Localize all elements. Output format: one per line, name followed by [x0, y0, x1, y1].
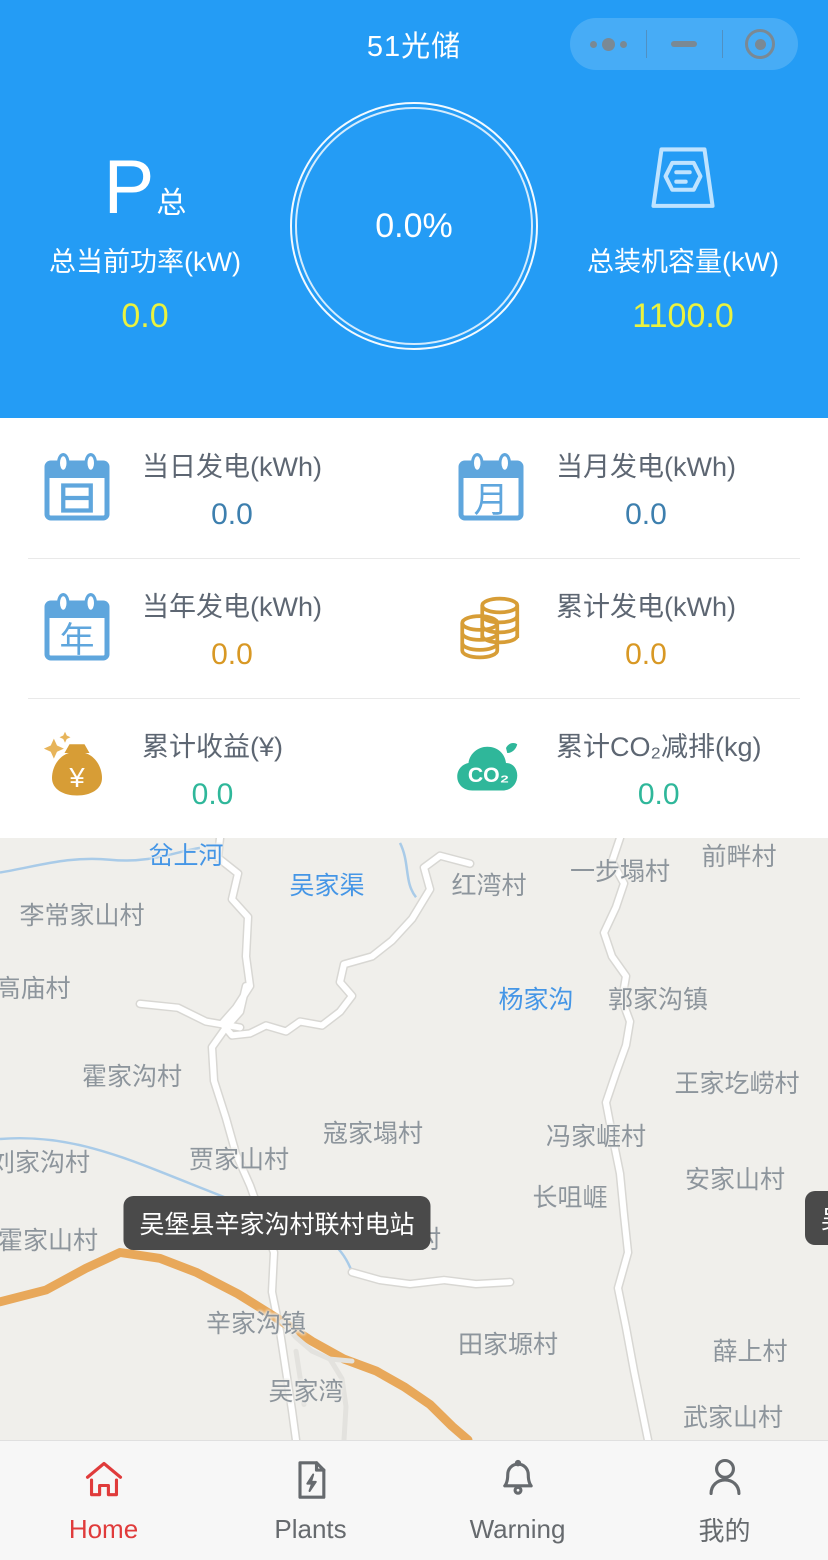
- map-label: 王家圪崂村: [674, 1070, 800, 1098]
- plant-marker-tooltip[interactable]: 吴堡县辛家沟村联村电站: [123, 1196, 431, 1250]
- map-label: 贾家山村: [188, 1146, 290, 1174]
- hero-stat-current-power: P 总 总当前功率(kW) 0.0: [0, 96, 290, 336]
- tab-label: Warning: [469, 1514, 566, 1544]
- stats-row: 年 当年发电(kWh) 0.0 累计发电(kWh) 0.0: [0, 558, 828, 698]
- ring-percent-text: 0.0%: [375, 206, 453, 245]
- map-label: 前畔村: [701, 843, 777, 871]
- map-label: 刘家沟村: [0, 1149, 91, 1177]
- calendar-day-icon: [34, 445, 120, 531]
- map-label: 李常家山村: [19, 902, 145, 930]
- stats-grid: 当日发电(kWh) 0.0 月 当月发电(kWh) 0.0 年 当年发电(kWh…: [0, 418, 828, 838]
- tab-label: Plants: [274, 1514, 347, 1544]
- map-label: 霍家山村: [0, 1227, 99, 1255]
- map-label: 寇家塌村: [322, 1120, 424, 1148]
- map-label: 长咀崕: [532, 1184, 608, 1212]
- map-label: 郭家沟镇: [607, 986, 709, 1014]
- stat-value: 0.0: [637, 777, 680, 811]
- installed-capacity-value: 1100.0: [632, 297, 734, 335]
- map-label: 红湾村: [451, 872, 527, 900]
- coin-stack-icon: [448, 585, 534, 671]
- svg-text:¥: ¥: [68, 762, 85, 793]
- more-dots-glyph: [589, 37, 627, 51]
- calendar-month-icon: 月: [448, 445, 534, 531]
- tab-home[interactable]: Home: [0, 1441, 207, 1560]
- more-dots-icon[interactable]: [570, 18, 646, 70]
- stat-label: 当日发电(kWh): [142, 451, 322, 482]
- map-label: 辛家沟镇: [205, 1310, 307, 1338]
- hero-body: P 总 总当前功率(kW) 0.0 0.0% 总装机容量(kW) 1100.0: [0, 88, 828, 418]
- stat-total-income[interactable]: ¥ 累计收益(¥) 0.0: [0, 698, 414, 838]
- map-label: 田家塬村: [457, 1331, 559, 1359]
- map-label: 杨家沟: [498, 986, 574, 1014]
- stat-label: 累计收益(¥): [142, 731, 283, 762]
- map-label: 霍家沟村: [81, 1063, 183, 1091]
- person-profile-icon: [703, 1453, 747, 1501]
- stat-daily-generation[interactable]: 当日发电(kWh) 0.0: [0, 418, 414, 558]
- close-target-icon[interactable]: [722, 18, 798, 70]
- minimize-icon[interactable]: [646, 18, 722, 70]
- page-title: 51光储: [366, 31, 462, 63]
- map-label: 冯家崕村: [545, 1123, 647, 1151]
- calendar-year-icon: 年: [34, 585, 120, 671]
- installed-capacity-icon: [538, 130, 828, 222]
- co2-cloud-icon: CO₂: [448, 725, 534, 811]
- home-icon: [81, 1456, 127, 1504]
- svg-text:CO₂: CO₂: [468, 763, 509, 787]
- stat-monthly-generation[interactable]: 月 当月发电(kWh) 0.0: [414, 418, 828, 558]
- stat-label: 当年发电(kWh): [142, 591, 322, 622]
- capacity-ratio-ring: 0.0%: [290, 102, 538, 350]
- map-label: 武家山村: [682, 1404, 784, 1432]
- current-power-value: 0.0: [121, 297, 169, 335]
- stat-co2-reduction[interactable]: CO₂ 累计CO₂减排(kg) 0.0: [414, 698, 828, 838]
- stat-value: 0.0: [211, 497, 253, 531]
- svg-text:年: 年: [59, 621, 94, 660]
- current-power-label: 总当前功率(kW): [49, 247, 241, 277]
- money-bag-icon: ¥: [34, 725, 120, 811]
- stat-value: 0.0: [625, 637, 667, 671]
- plant-location-map[interactable]: 岔上河 吴家渠 红湾村 一步塌村 前畔村 李常家山村 高庙村 杨家沟 郭家沟镇 …: [0, 838, 828, 1440]
- stat-total-generation[interactable]: 累计发电(kWh) 0.0: [414, 558, 828, 698]
- bottom-tabbar: Home Plants Warning 我的: [0, 1440, 828, 1560]
- map-label: 吴家湾: [268, 1378, 344, 1406]
- hero-panel: 51光储 P 总 总当前功率(kW) 0.0 0.0% 总装机容量(kW) 11…: [0, 0, 828, 418]
- stat-label: 累计发电(kWh): [556, 591, 736, 622]
- tab-profile[interactable]: 我的: [621, 1441, 828, 1560]
- tab-warning[interactable]: Warning: [414, 1441, 621, 1560]
- stat-label: 当月发电(kWh): [556, 451, 736, 482]
- p-total-icon: P 总: [0, 130, 290, 230]
- map-label: 一步塌村: [569, 858, 671, 886]
- plants-document-icon: [289, 1456, 333, 1504]
- map-label: 岔上河: [148, 842, 224, 870]
- tab-label: Home: [68, 1514, 139, 1544]
- map-label: 吴家渠: [289, 872, 365, 900]
- stats-row: 当日发电(kWh) 0.0 月 当月发电(kWh) 0.0: [0, 418, 828, 558]
- tab-plants[interactable]: Plants: [207, 1441, 414, 1560]
- stat-value: 0.0: [211, 637, 253, 671]
- map-label: 安家山村: [684, 1166, 786, 1194]
- p-total-letter: P: [103, 145, 155, 230]
- svg-text:月: 月: [473, 481, 508, 520]
- close-target-glyph: [745, 29, 775, 59]
- p-total-subscript: 总: [156, 187, 187, 220]
- stat-yearly-generation[interactable]: 年 当年发电(kWh) 0.0: [0, 558, 414, 698]
- stats-row: ¥ 累计收益(¥) 0.0 CO₂ 累计CO₂减排(kg) 0.0: [0, 698, 828, 838]
- app-root: 51光储 P 总 总当前功率(kW) 0.0 0.0% 总装机容量(kW) 11…: [0, 0, 828, 1560]
- navbar: 51光储: [0, 0, 828, 88]
- stat-value: 0.0: [191, 777, 234, 811]
- hero-stat-installed-capacity: 总装机容量(kW) 1100.0: [538, 96, 828, 336]
- map-label: 薛上村: [712, 1338, 788, 1366]
- stat-label: 累计CO₂减排(kg): [556, 731, 762, 762]
- tab-label: 我的: [698, 1516, 751, 1546]
- plant-marker-tooltip[interactable]: 吴堡县薛下: [805, 1191, 828, 1245]
- bell-warning-icon: [496, 1456, 540, 1504]
- minimize-glyph: [671, 41, 697, 47]
- installed-capacity-label: 总装机容量(kW): [587, 247, 779, 277]
- stat-value: 0.0: [625, 497, 667, 531]
- map-label: 高庙村: [0, 975, 71, 1003]
- miniprogram-capsule[interactable]: [570, 18, 798, 70]
